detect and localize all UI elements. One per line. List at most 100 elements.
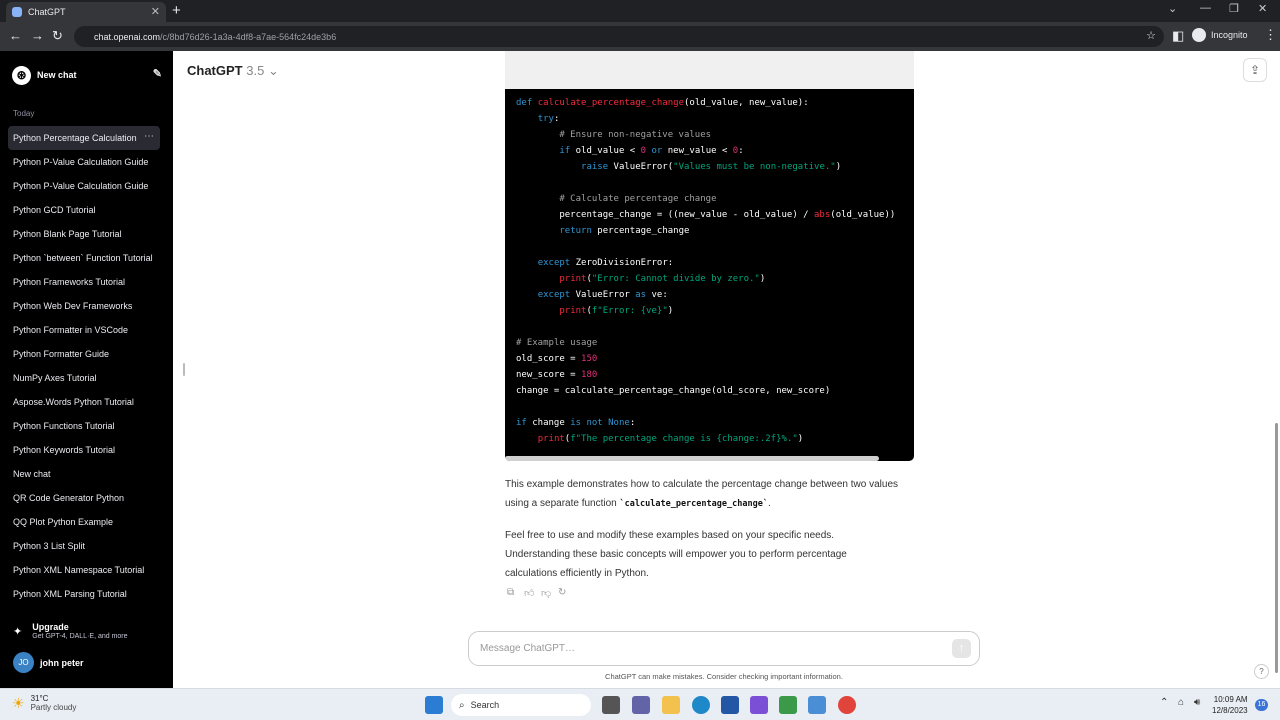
user-name: john peter bbox=[40, 657, 84, 668]
windows-start-icon[interactable] bbox=[425, 696, 443, 714]
thumbs-up-icon[interactable]: 👍︎ bbox=[524, 587, 541, 599]
sidebar-chat-item[interactable]: Python XML Parsing Tutorial bbox=[8, 582, 160, 606]
browser-tab-strip: ChatGPT ✕ + ⌄ — ❐ ✕ bbox=[0, 0, 1280, 22]
network-icon[interactable]: ⌂ bbox=[1178, 697, 1184, 708]
bookmark-star-icon[interactable]: ☆ bbox=[1146, 29, 1156, 42]
browser-menu-icon[interactable]: ⋮ bbox=[1264, 27, 1277, 43]
sidebar-chat-item[interactable]: Python Web Dev Frameworks bbox=[8, 294, 160, 318]
tab-search-icon[interactable]: ⌄ bbox=[1168, 2, 1177, 15]
notification-badge[interactable]: 16 bbox=[1255, 699, 1268, 711]
sidebar-toggle-handle[interactable] bbox=[183, 363, 185, 376]
close-window-button[interactable]: ✕ bbox=[1258, 2, 1267, 15]
sidebar-chat-item[interactable]: Python P-Value Calculation Guide bbox=[8, 150, 160, 174]
app-icon[interactable] bbox=[750, 696, 768, 714]
code-token: ) bbox=[759, 274, 766, 284]
edit-icon[interactable]: ✎ bbox=[153, 67, 162, 80]
search-icon: ⌕ bbox=[459, 699, 465, 711]
sidebar-chat-item[interactable]: Python Formatter in VSCode bbox=[8, 318, 160, 342]
edge-browser-icon[interactable] bbox=[692, 696, 710, 714]
sidebar-chat-item[interactable]: QR Code Generator Python bbox=[8, 486, 160, 510]
message-input[interactable]: Message ChatGPT… bbox=[480, 643, 575, 654]
new-tab-button[interactable]: + bbox=[172, 2, 181, 19]
sidebar-chat-item[interactable]: Aspose.Words Python Tutorial bbox=[8, 390, 160, 414]
section-today: Today bbox=[13, 109, 35, 118]
taskbar-search[interactable]: ⌕ Search bbox=[451, 694, 591, 716]
chat-history-list: Python Percentage Calculation ⋯ Python P-V… bbox=[8, 126, 160, 606]
regenerate-icon[interactable]: ↻ bbox=[558, 587, 575, 599]
sidebar-chat-item[interactable]: Python `between` Function Tutorial bbox=[8, 246, 160, 270]
side-panel-icon[interactable]: ◧ bbox=[1172, 28, 1184, 44]
sidebar-chat-label: NumPy Axes Tutorial bbox=[13, 373, 97, 383]
model-selector[interactable]: ChatGPT 3.5 ⌄ bbox=[187, 63, 279, 79]
vertical-scrollbar[interactable] bbox=[1275, 423, 1278, 673]
minimize-button[interactable]: — bbox=[1200, 2, 1211, 14]
file-explorer-icon[interactable] bbox=[662, 696, 680, 714]
code-token: def bbox=[516, 98, 538, 108]
more-options-icon[interactable]: ⋯ bbox=[144, 131, 154, 142]
new-chat-label: New chat bbox=[37, 70, 77, 80]
restore-button[interactable]: ❐ bbox=[1229, 2, 1239, 15]
back-icon[interactable]: ← bbox=[9, 28, 22, 43]
forward-icon[interactable]: → bbox=[31, 28, 44, 43]
sidebar-chat-item[interactable]: Python Blank Page Tutorial bbox=[8, 222, 160, 246]
copy-icon[interactable]: ⧉ bbox=[507, 587, 524, 599]
incognito-icon bbox=[1192, 28, 1206, 42]
sidebar-chat-item[interactable]: Python Functions Tutorial bbox=[8, 414, 160, 438]
clock[interactable]: 10:09 AM 12/8/2023 bbox=[1212, 694, 1248, 716]
new-chat-button[interactable]: ⊛ New chat ✎ bbox=[12, 65, 162, 85]
weather-condition: Partly cloudy bbox=[30, 703, 77, 712]
code-line: new_score = 180 bbox=[516, 367, 895, 383]
sidebar-chat-item[interactable]: Python 3 List Split bbox=[8, 534, 160, 558]
volume-icon[interactable]: 🔊︎ bbox=[1194, 697, 1200, 708]
chat-app-icon[interactable] bbox=[632, 696, 650, 714]
upgrade-button[interactable]: ✦ Upgrade Get GPT-4, DALL·E, and more bbox=[13, 622, 163, 640]
app-icon-2[interactable] bbox=[779, 696, 797, 714]
chrome-icon[interactable] bbox=[838, 696, 856, 714]
tray-chevron-icon[interactable]: ⌃ bbox=[1160, 697, 1168, 708]
code-horizontal-scrollbar[interactable] bbox=[505, 456, 879, 461]
send-button[interactable]: ↑ bbox=[952, 639, 971, 658]
sidebar-chat-item[interactable]: QQ Plot Python Example bbox=[8, 510, 160, 534]
sidebar-chat-item[interactable]: NumPy Axes Tutorial bbox=[8, 366, 160, 390]
sidebar-chat-item[interactable]: Python Keywords Tutorial bbox=[8, 438, 160, 462]
sidebar-chat-item[interactable]: Python GCD Tutorial bbox=[8, 198, 160, 222]
tab-title: ChatGPT bbox=[28, 7, 66, 17]
code-token: ValueError( bbox=[608, 162, 674, 172]
reload-icon[interactable]: ↻ bbox=[52, 28, 63, 44]
code-token: 150 bbox=[581, 354, 598, 364]
weather-widget[interactable]: ☀ 31°C Partly cloudy bbox=[12, 694, 76, 712]
sidebar-chat-label: Python XML Namespace Tutorial bbox=[13, 565, 145, 575]
message-composer[interactable]: Message ChatGPT… ↑ bbox=[468, 631, 980, 666]
sidebar-chat-item[interactable]: Python Frameworks Tutorial bbox=[8, 270, 160, 294]
code-token: as bbox=[635, 290, 647, 300]
store-icon[interactable] bbox=[721, 696, 739, 714]
chat-main: ChatGPT 3.5 ⌄ ⇪ def calculate_percentage… bbox=[173, 51, 1280, 688]
code-block-header bbox=[505, 51, 914, 89]
user-menu[interactable]: JO john peter bbox=[13, 652, 84, 673]
code-token: (old_value, new_value): bbox=[684, 98, 809, 108]
browser-tab[interactable]: ChatGPT ✕ bbox=[6, 2, 166, 22]
address-bar[interactable]: chat.openai.com/c/8bd76d26-1a3a-4df8-a7a… bbox=[74, 26, 1164, 47]
incognito-badge[interactable]: Incognito bbox=[1192, 28, 1248, 42]
sidebar-chat-label: New chat bbox=[13, 469, 51, 479]
help-button[interactable]: ? bbox=[1254, 664, 1269, 679]
model-version: 3.5 bbox=[246, 63, 265, 78]
app-icon-3[interactable] bbox=[808, 696, 826, 714]
task-view-icon[interactable] bbox=[602, 696, 620, 714]
thumbs-down-icon[interactable]: 👎︎ bbox=[541, 587, 558, 599]
sidebar-chat-item[interactable]: New chat bbox=[8, 462, 160, 486]
share-icon[interactable]: ⇪ bbox=[1243, 58, 1267, 82]
sidebar-chat-item[interactable]: Python P-Value Calculation Guide bbox=[8, 174, 160, 198]
code-token: change = calculate_percentage_change(old… bbox=[516, 386, 831, 396]
sidebar-chat-item[interactable]: Python Percentage Calculation ⋯ bbox=[8, 126, 160, 150]
sidebar-chat-item[interactable]: Python XML Namespace Tutorial bbox=[8, 558, 160, 582]
close-tab-icon[interactable]: ✕ bbox=[151, 5, 160, 18]
code-line: # Example usage bbox=[516, 335, 895, 351]
clock-date: 12/8/2023 bbox=[1212, 706, 1248, 715]
code-token: ) bbox=[797, 434, 804, 444]
windows-taskbar: ☀ 31°C Partly cloudy ⌕ Search ⌃ ⌂ 🔊︎ 10:… bbox=[0, 688, 1280, 720]
sidebar-chat-item[interactable]: Python Formatter Guide bbox=[8, 342, 160, 366]
